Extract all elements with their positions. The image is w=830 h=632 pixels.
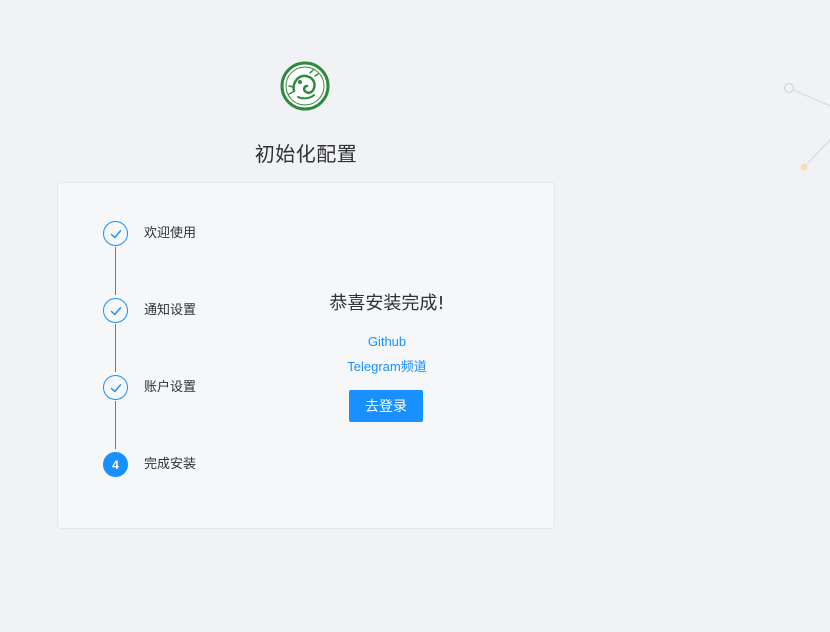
- check-icon: [110, 383, 121, 392]
- telegram-link[interactable]: Telegram频道: [258, 356, 516, 375]
- github-link[interactable]: Github: [258, 334, 516, 349]
- network-decoration: [783, 82, 830, 171]
- step-label-account: 账户设置: [144, 380, 197, 395]
- step-icon-welcome: [103, 221, 128, 246]
- page-title: 初始化配置: [254, 142, 358, 166]
- step-label-welcome: 欢迎使用: [144, 226, 197, 241]
- step-number: 4: [112, 457, 119, 472]
- step-connector: [115, 247, 116, 295]
- step-icon-complete: 4: [103, 452, 128, 477]
- completion-panel: 恭喜安装完成! Github Telegram频道 去登录: [258, 183, 516, 528]
- steps: 欢迎使用 通知设置 账户设置 4 完成安装: [58, 183, 258, 528]
- step-connector: [115, 324, 116, 372]
- step-icon-notification: [103, 298, 128, 323]
- step-icon-account: [103, 375, 128, 400]
- setup-card: 欢迎使用 通知设置 账户设置 4 完成安装 恭喜安装完成! Github Tel…: [57, 182, 555, 529]
- dragon-emblem-icon: [280, 61, 330, 111]
- step-label-complete: 完成安装: [144, 457, 197, 472]
- completion-title: 恭喜安装完成!: [329, 293, 445, 314]
- logo: [280, 61, 330, 111]
- check-icon: [110, 306, 121, 315]
- step-label-notification: 通知设置: [144, 303, 197, 318]
- step-connector: [115, 401, 116, 449]
- check-icon: [110, 229, 121, 238]
- login-button[interactable]: 去登录: [349, 390, 423, 422]
